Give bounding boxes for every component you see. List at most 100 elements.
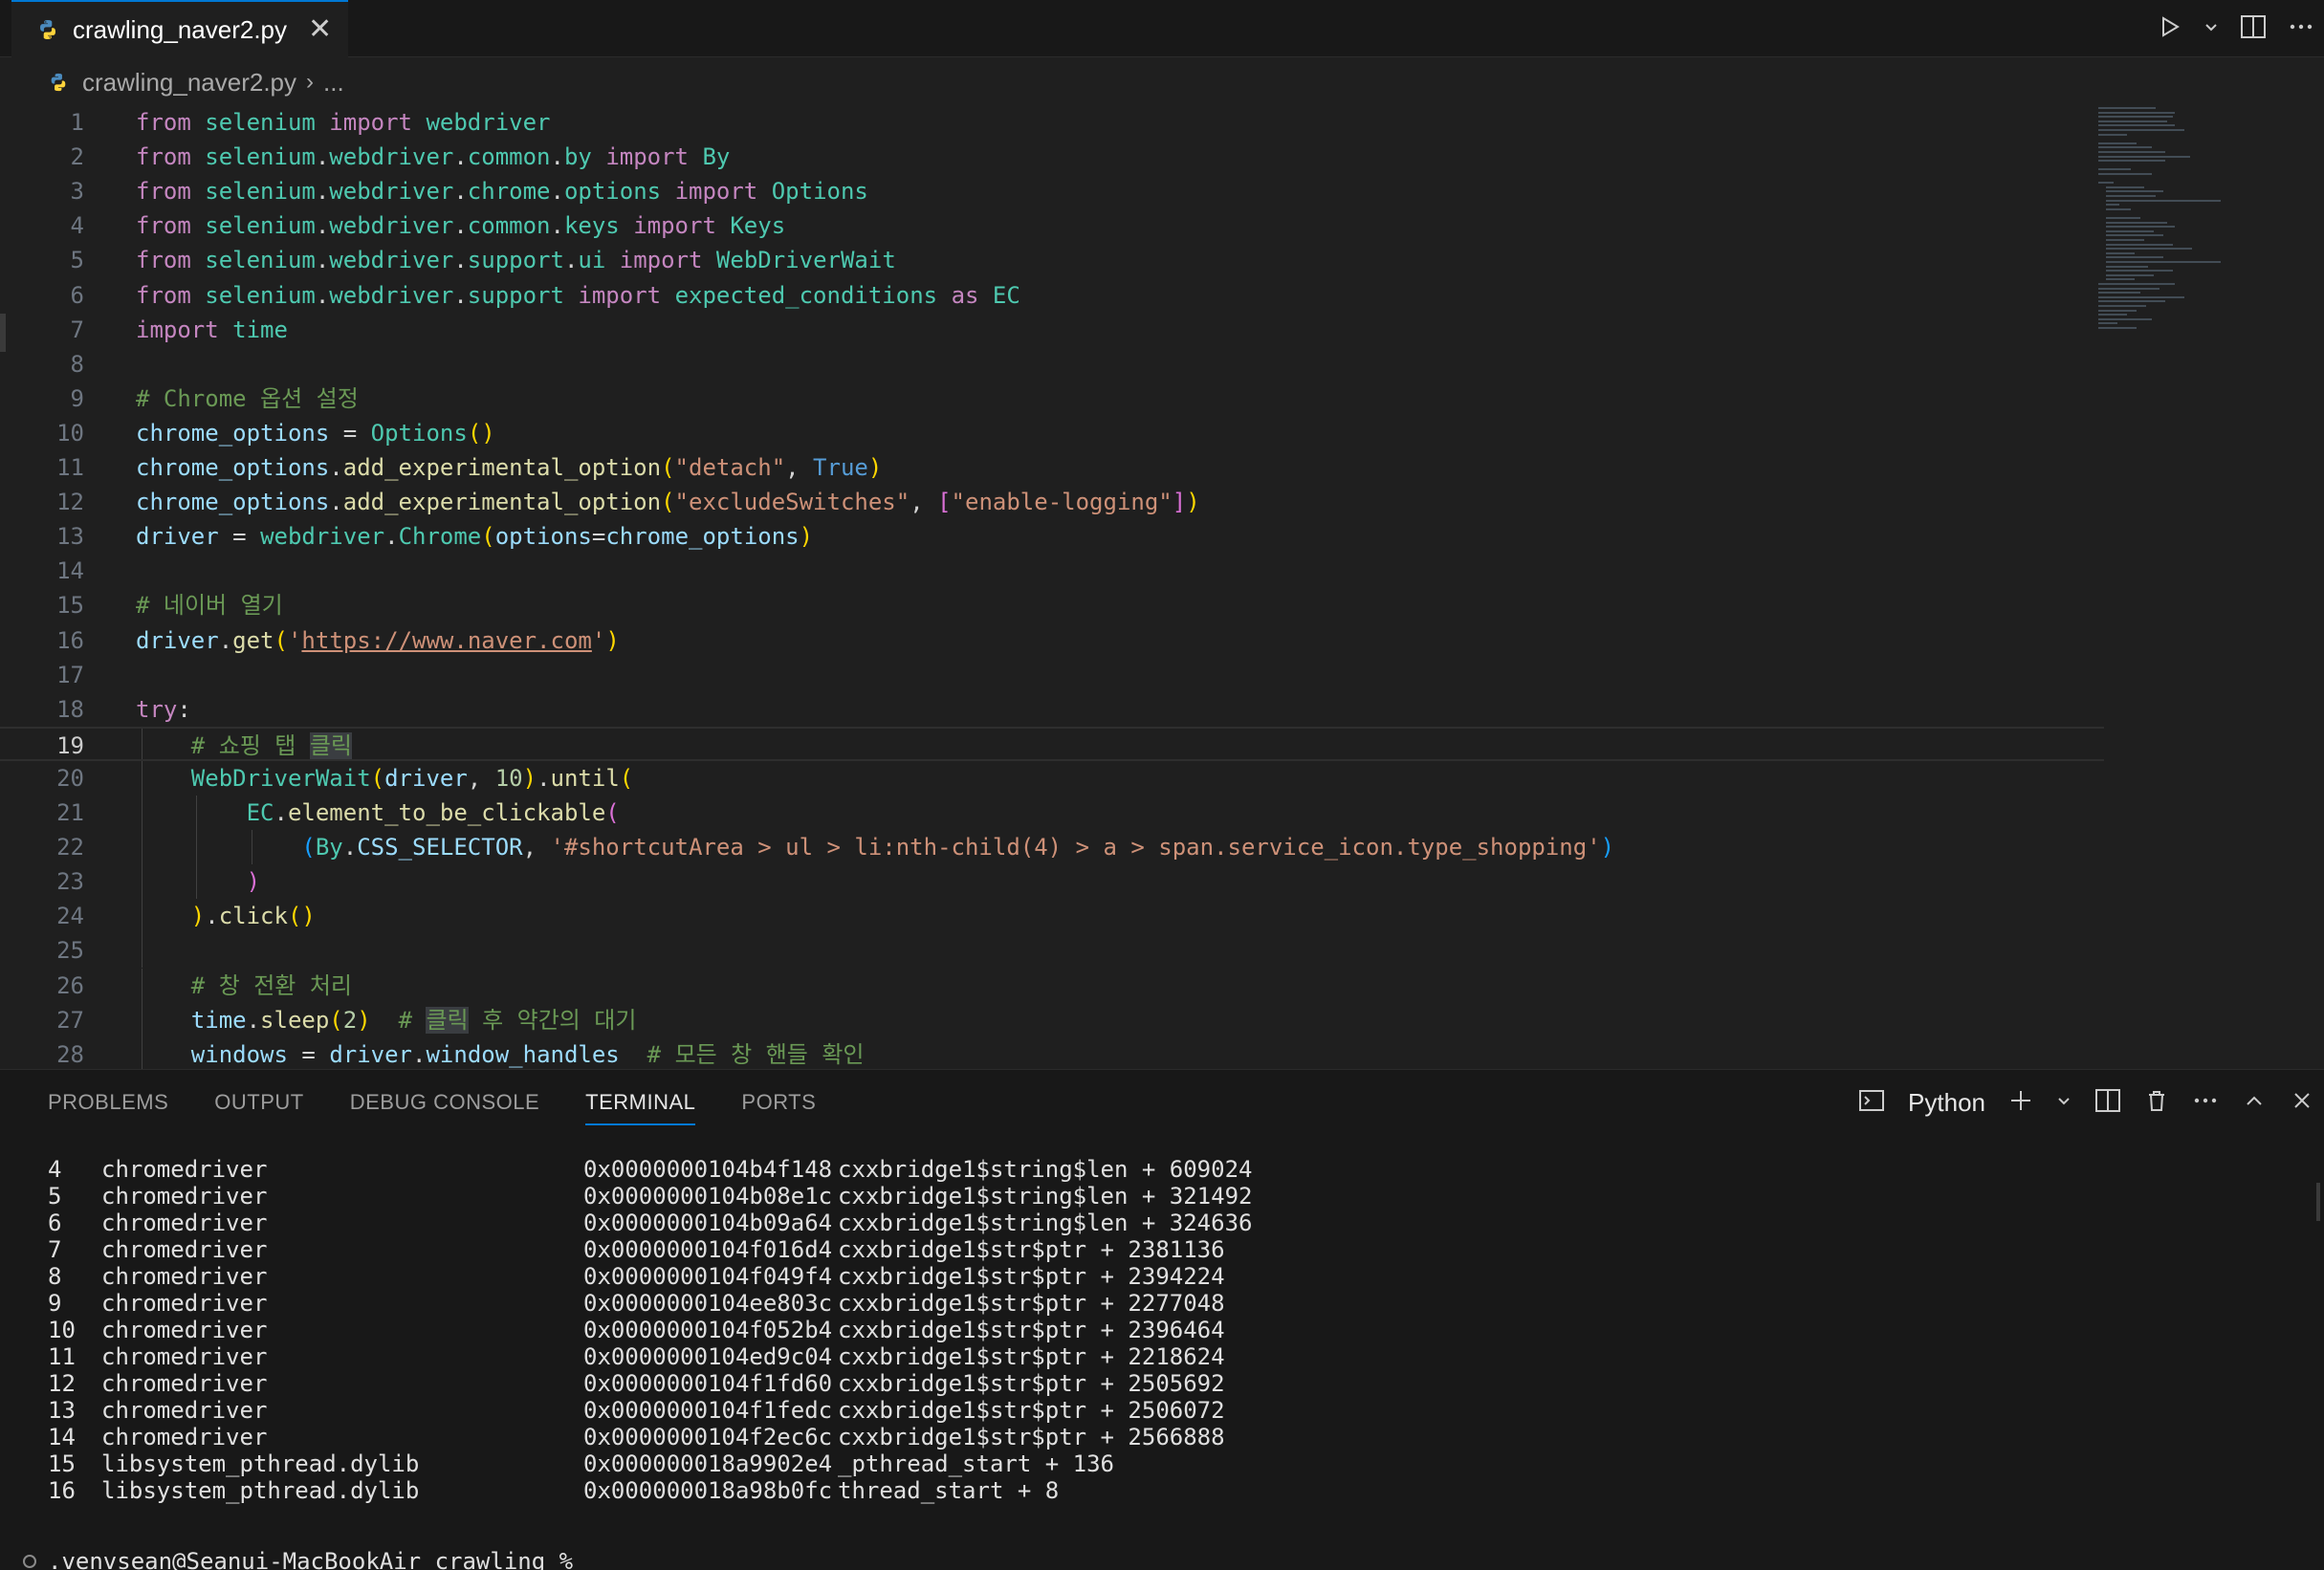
- code-token: sleep: [260, 1006, 330, 1034]
- code-text: from selenium.webdriver.support.ui impor…: [136, 243, 896, 277]
- code-token: by: [563, 143, 592, 171]
- code-text: from selenium.webdriver.common.keys impo…: [136, 208, 785, 243]
- code-token: from: [136, 212, 191, 240]
- code-line[interactable]: 16 driver.get('https://www.naver.com'): [0, 623, 2104, 658]
- code-token: chrome: [467, 178, 551, 206]
- code-line[interactable]: 14: [0, 554, 2104, 588]
- chevron-down-icon[interactable]: [2056, 1093, 2072, 1113]
- tab-problems[interactable]: PROBLEMS: [48, 1070, 168, 1135]
- maximize-panel-icon[interactable]: [2242, 1088, 2267, 1118]
- chevron-right-icon: ›: [306, 69, 315, 95]
- code-token: EC: [246, 799, 274, 826]
- terminal-module: chromedriver: [101, 1317, 268, 1343]
- code-line[interactable]: 28 windows = driver.window_handles # 모든 …: [0, 1036, 2104, 1069]
- code-line[interactable]: 2 from selenium.webdriver.common.by impor…: [0, 140, 2104, 174]
- code-token: (): [467, 419, 495, 447]
- code-token: .: [329, 454, 343, 481]
- minimap-line: [2106, 273, 2154, 276]
- close-icon[interactable]: ✕: [308, 15, 332, 44]
- code-token: (): [287, 903, 316, 930]
- code-token: :: [177, 695, 191, 723]
- code-line[interactable]: 18 try:: [0, 692, 2104, 727]
- code-token: keys: [563, 212, 620, 240]
- tab-terminal[interactable]: TERMINAL: [585, 1070, 696, 1135]
- code-line[interactable]: 19 # 쇼핑 탭 클릭: [0, 726, 2104, 761]
- minimap-line: [2106, 207, 2131, 210]
- code-line[interactable]: 9 # Chrome 옵션 설정: [0, 382, 2104, 416]
- code-line[interactable]: 17: [0, 658, 2104, 692]
- terminal-line: 13 chromedriver 0x0000000104f1fedc cxxbridg…: [0, 1397, 2295, 1424]
- terminal-module: libsystem_pthread.dylib: [101, 1450, 420, 1477]
- code-line[interactable]: 3 from selenium.webdriver.chrome.options …: [0, 174, 2104, 208]
- terminal-scrollbar[interactable]: [2316, 1183, 2320, 1221]
- code-token: .: [550, 212, 564, 240]
- code-line[interactable]: 26 # 창 전환 처리: [0, 968, 2104, 1003]
- code-line[interactable]: 27 time.sleep(2) # 클릭 후 약간의 대기: [0, 1002, 2104, 1037]
- code-line[interactable]: 5 from selenium.webdriver.support.ui impo…: [0, 243, 2104, 277]
- code-token: 클릭: [309, 731, 353, 759]
- code-line[interactable]: 23 ): [0, 864, 2104, 900]
- split-editor-icon[interactable]: [2240, 14, 2267, 44]
- code-line[interactable]: 15 # 네이버 열기: [0, 588, 2104, 622]
- terminal-profile-label[interactable]: Python: [1908, 1088, 1985, 1118]
- python-icon: [40, 20, 55, 39]
- code-token: options: [563, 178, 662, 206]
- code-line[interactable]: 21 EC.element_to_be_clickable(: [0, 796, 2104, 830]
- terminal-sym: cxxbridge1$string$len + 321492: [838, 1183, 1253, 1210]
- terminal-addr: 0x000000018a98b0fc: [583, 1477, 833, 1504]
- tab-ports[interactable]: PORTS: [741, 1070, 816, 1135]
- minimap[interactable]: [2094, 103, 2257, 352]
- run-icon[interactable]: [2158, 14, 2182, 44]
- code-token: ): [246, 868, 261, 896]
- line-number: 20: [56, 764, 84, 792]
- terminal-prompt[interactable]: .venvsean@Seanui-MacBookAir crawling %: [23, 1548, 573, 1570]
- tab-output[interactable]: OUTPUT: [214, 1070, 303, 1135]
- code-line[interactable]: 13 driver = webdriver.Chrome(options=chro…: [0, 519, 2104, 554]
- code-line[interactable]: 22 (By.CSS_SELECTOR, '#shortcutArea > ul…: [0, 830, 2104, 865]
- minimap-line: [2106, 217, 2140, 219]
- code-token: .: [550, 143, 564, 171]
- code-token: until: [550, 764, 620, 792]
- chevron-down-icon[interactable]: [2203, 19, 2219, 39]
- code-token: WebDriverWait: [190, 764, 371, 792]
- code-line[interactable]: 4 from selenium.webdriver.common.keys imp…: [0, 208, 2104, 243]
- terminal-line: 14 chromedriver 0x0000000104f2ec6c cxxbridg…: [0, 1424, 2295, 1450]
- code-line[interactable]: 12 chrome_options.add_experimental_option…: [0, 485, 2104, 519]
- code-editor[interactable]: 1 from selenium import webdriver 2 from sel…: [0, 103, 2324, 1069]
- tab-debug-console[interactable]: DEBUG CONSOLE: [350, 1070, 539, 1135]
- terminal-output[interactable]: 4 chromedriver 0x0000000104b4f148 cxxbridge…: [0, 1156, 2324, 1570]
- code-token: ': [591, 626, 606, 654]
- close-panel-icon[interactable]: [2290, 1088, 2314, 1118]
- terminal-idx: 13: [48, 1397, 76, 1424]
- terminal-idx: 8: [48, 1263, 62, 1290]
- breadcrumb-file[interactable]: crawling_naver2.py: [82, 68, 296, 98]
- code-token: options: [494, 523, 592, 551]
- editor-tab-crawling-naver2[interactable]: crawling_naver2.py ✕: [11, 0, 348, 57]
- terminal-module: chromedriver: [101, 1397, 268, 1424]
- code-line[interactable]: 6 from selenium.webdriver.support import …: [0, 278, 2104, 313]
- code-line[interactable]: 11 chrome_options.add_experimental_option…: [0, 450, 2104, 485]
- code-line[interactable]: 25: [0, 933, 2104, 969]
- breadcrumb-more[interactable]: ...: [323, 68, 344, 98]
- add-icon[interactable]: [2008, 1088, 2033, 1118]
- trash-icon[interactable]: [2144, 1088, 2169, 1118]
- code-line[interactable]: 10 chrome_options = Options(): [0, 416, 2104, 450]
- split-terminal-icon[interactable]: [2094, 1088, 2121, 1118]
- more-icon[interactable]: [2288, 14, 2314, 44]
- code-text: ): [136, 864, 260, 899]
- code-line[interactable]: 1 from selenium import webdriver: [0, 105, 2104, 140]
- code-line[interactable]: 20 WebDriverWait(driver, 10).until(: [0, 760, 2104, 796]
- code-token: WebDriverWait: [715, 247, 896, 274]
- terminal-icon[interactable]: [1858, 1088, 1885, 1118]
- terminal-line: 9 chromedriver 0x0000000104ee803c cxxbridge…: [0, 1290, 2295, 1317]
- code-line[interactable]: 8: [0, 347, 2104, 382]
- more-icon[interactable]: [2192, 1088, 2219, 1118]
- code-line[interactable]: 7 import time: [0, 313, 2104, 347]
- code-token: import: [605, 143, 690, 171]
- code-line[interactable]: 24 ).click(): [0, 899, 2104, 934]
- code-token: True: [813, 454, 868, 481]
- line-number: 1: [70, 109, 84, 136]
